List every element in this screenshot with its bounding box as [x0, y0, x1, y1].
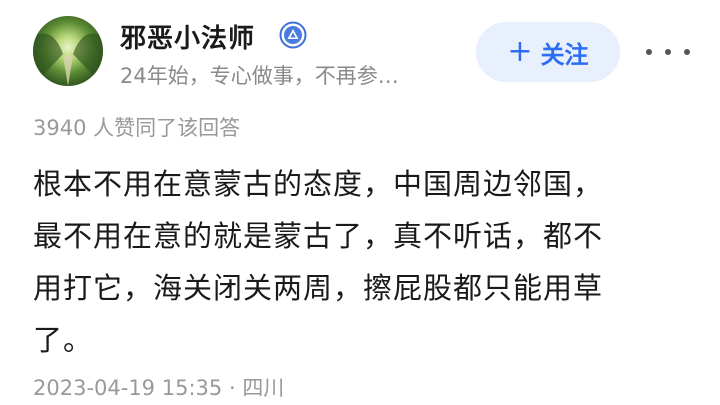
dot-icon — [684, 49, 690, 55]
answer-meta: 2023-04-19 15:35 · 四川 — [33, 372, 284, 402]
author-avatar[interactable] — [33, 16, 103, 86]
post-datetime: 2023-04-19 15:35 — [33, 376, 223, 400]
more-options-button[interactable] — [646, 42, 690, 62]
answer-body: 根本不用在意蒙古的态度，中国周边邻国， 最不用在意的就是蒙古了，真不听话，都不 … — [33, 158, 693, 366]
follow-button[interactable]: + 关注 — [476, 22, 620, 82]
dot-icon — [665, 49, 671, 55]
plus-icon: + — [507, 34, 533, 69]
follow-label: 关注 — [540, 40, 589, 69]
answer-line: 了。 — [33, 323, 94, 357]
answer-line: 最不用在意的就是蒙古了，真不听话，都不 — [33, 219, 604, 253]
post-location: 四川 — [242, 376, 285, 400]
upvote-count: 3940 人赞同了该回答 — [33, 116, 241, 140]
answer-header: 邪恶小法师 24年始，专心做事，不再参… + 关注 — [0, 0, 720, 100]
green-tunnel-avatar-icon — [33, 33, 103, 86]
author-name[interactable]: 邪恶小法师 — [120, 18, 255, 55]
answer-line: 根本不用在意蒙古的态度，中国周边邻国， — [33, 167, 604, 201]
verified-badge-icon — [279, 21, 307, 49]
answer-line: 用打它，海关闭关两周，擦屁股都只能用草 — [33, 271, 604, 305]
meta-separator: · — [228, 376, 236, 400]
author-bio: 24年始，专心做事，不再参… — [120, 64, 399, 88]
dot-icon — [646, 49, 652, 55]
